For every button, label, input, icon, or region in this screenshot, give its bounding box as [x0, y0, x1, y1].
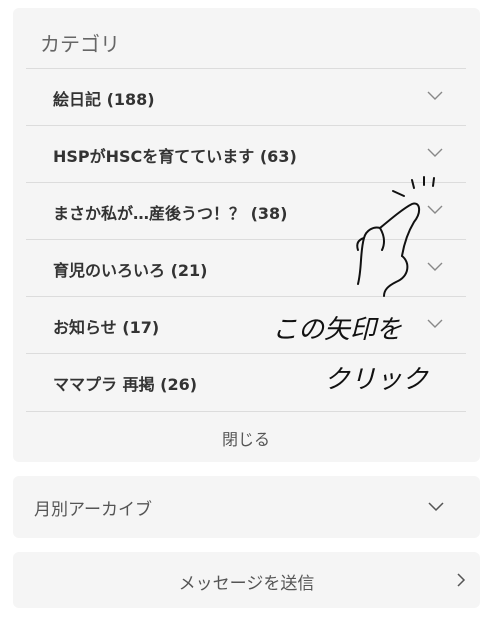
category-item-hsp[interactable]: HSPがHSCを育てています (63): [26, 125, 466, 182]
category-item-mamapura[interactable]: ママプラ 再掲 (26): [26, 353, 466, 410]
category-label[interactable]: 絵日記 (188): [53, 86, 155, 110]
monthly-archive-label[interactable]: 月別アーカイブ: [34, 495, 152, 520]
category-item-postpartum[interactable]: まさか私が…産後うつ！？ (38): [26, 182, 466, 239]
category-label[interactable]: お知らせ (17): [53, 314, 159, 338]
monthly-archive-dropdown[interactable]: 月別アーカイブ: [13, 476, 480, 538]
category-label[interactable]: まさか私が…産後うつ！？ (38): [53, 200, 287, 224]
category-item-emaniki[interactable]: 絵日記 (188): [26, 68, 466, 125]
category-item-parenting[interactable]: 育児のいろいろ (21): [26, 239, 466, 296]
chevron-down-icon[interactable]: [427, 497, 445, 515]
category-label[interactable]: HSPがHSCを育てています (63): [53, 143, 297, 167]
category-panel: カテゴリ 絵日記 (188) HSPがHSCを育てています (63) まさか私が…: [13, 8, 480, 462]
category-list: 絵日記 (188) HSPがHSCを育てています (63) まさか私が…産後うつ…: [26, 68, 466, 410]
category-item-news[interactable]: お知らせ (17): [26, 296, 466, 353]
chevron-down-icon[interactable]: [426, 143, 444, 161]
category-label[interactable]: ママプラ 再掲 (26): [53, 371, 197, 395]
close-label[interactable]: 閉じる: [222, 426, 270, 450]
category-title: カテゴリ: [40, 32, 120, 56]
category-label[interactable]: 育児のいろいろ (21): [53, 257, 207, 281]
chevron-down-icon[interactable]: [426, 86, 444, 104]
chevron-down-icon[interactable]: [426, 314, 444, 332]
chevron-down-icon[interactable]: [426, 200, 444, 218]
send-message-button[interactable]: メッセージを送信: [13, 552, 480, 608]
chevron-right-icon: [454, 571, 468, 589]
close-button[interactable]: 閉じる: [26, 411, 466, 461]
send-message-label[interactable]: メッセージを送信: [13, 569, 480, 594]
chevron-down-icon[interactable]: [426, 257, 444, 275]
